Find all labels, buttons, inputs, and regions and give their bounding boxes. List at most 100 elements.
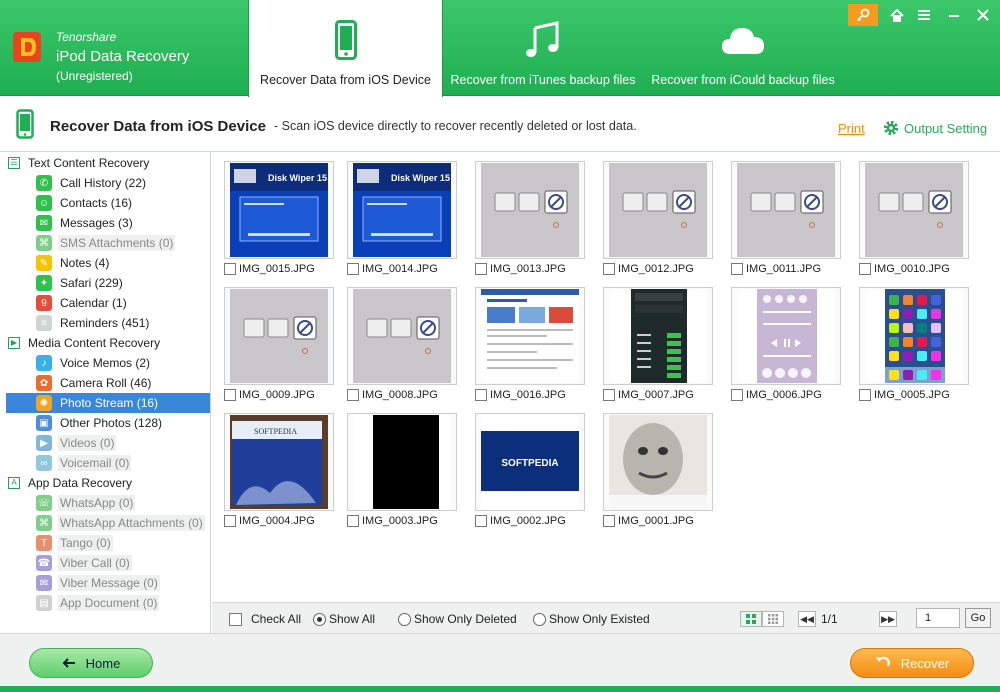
photo-checkbox[interactable] [475,389,487,401]
radio[interactable] [533,612,546,626]
show-deleted-radio[interactable]: Show Only Deleted [398,612,517,626]
page-number-input[interactable]: 1 [916,608,960,628]
photo-thumbnail[interactable] [475,287,585,385]
photo-thumbnail[interactable] [731,161,841,259]
photo-thumbnail[interactable] [603,287,713,385]
home-button[interactable]: Home [29,648,153,678]
photo-checkbox[interactable] [347,515,359,527]
tab-icloud-backup[interactable]: Recover from iCould backup files [643,0,843,96]
home-window-button[interactable] [886,4,908,26]
photo-checkbox[interactable] [224,515,236,527]
sidebar-item-call-history[interactable]: ✆ Call History (22) [0,173,148,193]
sidebar-item-calendar[interactable]: 9 Calendar (1) [0,293,129,313]
show-existed-radio[interactable]: Show Only Existed [533,612,650,626]
radio[interactable] [398,612,411,626]
photo-checkbox[interactable] [731,389,743,401]
photo-checkbox[interactable] [731,263,743,275]
sidebar-item-tango[interactable]: T Tango (0) [0,533,113,553]
list-view-button[interactable] [762,611,784,627]
photo-caption[interactable]: IMG_0001.JPG [603,514,694,528]
prev-page-button[interactable]: ◀◀ [798,611,816,627]
safari-icon: ✦ [36,275,52,291]
photo-checkbox[interactable] [859,263,871,275]
photo-thumbnail[interactable] [224,287,334,385]
photo-thumbnail[interactable]: SOFTPEDIA [224,413,334,511]
sidebar-item-photo-stream[interactable]: ✺ Photo Stream (16) [6,393,210,413]
photo-caption[interactable]: IMG_0011.JPG [731,262,821,276]
photo-thumbnail[interactable] [603,413,713,511]
tab-itunes-backup[interactable]: Recover from iTunes backup files [443,0,643,96]
photo-checkbox[interactable] [347,263,359,275]
sidebar-item-sms-attachments[interactable]: ⌘ SMS Attachments (0) [0,233,176,253]
category-text-content-recovery[interactable]: ☰ Text Content Recovery [0,153,149,173]
sidebar-item-safari[interactable]: ✦ Safari (229) [0,273,125,293]
photo-checkbox[interactable] [475,515,487,527]
sidebar-item-app-document[interactable]: ▤ App Document (0) [0,593,160,613]
sidebar-item-contacts[interactable]: ☺ Contacts (16) [0,193,134,213]
show-all-radio[interactable]: Show All [313,612,375,626]
photo-caption[interactable]: IMG_0012.JPG [603,262,694,276]
photo-thumbnail[interactable]: Disk Wiper 15 [224,161,334,259]
photo-checkbox[interactable] [347,389,359,401]
photo-caption[interactable]: IMG_0014.JPG [347,262,438,276]
sidebar-item-messages[interactable]: ✉ Messages (3) [0,213,135,233]
sidebar-item-camera-roll[interactable]: ✿ Camera Roll (46) [0,373,153,393]
category-media-content-recovery[interactable]: ▶ Media Content Recovery [0,333,160,353]
sidebar-item-label: WhatsApp (0) [58,495,136,511]
photo-caption[interactable]: IMG_0007.JPG [603,388,694,402]
go-button[interactable]: Go [965,608,991,628]
sidebar-item-other-photos[interactable]: ▣ Other Photos (128) [0,413,164,433]
sidebar-item-whatsapp-attachments[interactable]: ⌘ WhatsApp Attachments (0) [0,513,205,533]
photo-thumbnail[interactable] [347,287,457,385]
photo-checkbox[interactable] [224,263,236,275]
photo-thumbnail[interactable] [859,161,969,259]
sidebar-item-reminders[interactable]: ≡ Reminders (451) [0,313,151,333]
photo-thumbnail[interactable] [731,287,841,385]
tab-ios-device[interactable]: Recover Data from iOS Device [248,0,443,97]
photo-thumbnail[interactable]: SOFTPEDIA [475,413,585,511]
category-app-data-recovery[interactable]: A App Data Recovery [0,473,132,493]
sidebar-item-voice-memos[interactable]: ♪ Voice Memos (2) [0,353,152,373]
photo-caption[interactable]: IMG_0008.JPG [347,388,438,402]
photo-caption[interactable]: IMG_0009.JPG [224,388,315,402]
photo-caption[interactable]: IMG_0010.JPG [859,262,950,276]
sidebar-item-viber-message[interactable]: ✉ Viber Message (0) [0,573,160,593]
photo-caption[interactable]: IMG_0004.JPG [224,514,315,528]
photo-thumbnail[interactable] [347,413,457,511]
photo-checkbox[interactable] [475,263,487,275]
print-link[interactable]: Print [838,121,865,136]
photo-thumbnail[interactable] [475,161,585,259]
key-icon [856,8,870,22]
next-page-button[interactable]: ▶▶ [879,611,897,627]
photo-caption[interactable]: IMG_0002.JPG [475,514,566,528]
photo-checkbox[interactable] [603,515,615,527]
photo-caption[interactable]: IMG_0013.JPG [475,262,566,276]
photo-caption[interactable]: IMG_0005.JPG [859,388,950,402]
sidebar-item-whatsapp[interactable]: ☏ WhatsApp (0) [0,493,136,513]
photo-caption[interactable]: IMG_0006.JPG [731,388,822,402]
sidebar-item-voicemail[interactable]: ∞ Voicemail (0) [0,453,132,473]
check-all-checkbox[interactable]: Check All [229,612,301,626]
photo-thumbnail[interactable] [603,161,713,259]
register-key-button[interactable] [848,4,878,26]
sidebar-item-videos[interactable]: ▶ Videos (0) [0,433,117,453]
output-setting-button[interactable]: Output Setting [882,119,987,137]
photo-caption[interactable]: IMG_0015.JPG [224,262,315,276]
sidebar-item-notes[interactable]: ✎ Notes (4) [0,253,111,273]
photo-checkbox[interactable] [603,389,615,401]
photo-checkbox[interactable] [224,389,236,401]
grid-view-button[interactable] [740,611,762,627]
photo-checkbox[interactable] [859,389,871,401]
sidebar-item-viber-call[interactable]: ☎ Viber Call (0) [0,553,132,573]
checkbox[interactable] [229,612,242,626]
photo-caption[interactable]: IMG_0003.JPG [347,514,438,528]
photo-checkbox[interactable] [603,263,615,275]
close-button[interactable] [972,4,994,26]
recover-button[interactable]: Recover [850,648,974,678]
minimize-button[interactable] [943,4,965,26]
photo-caption[interactable]: IMG_0016.JPG [475,388,566,402]
radio-selected[interactable] [313,612,326,626]
photo-thumbnail[interactable] [859,287,969,385]
photo-thumbnail[interactable]: Disk Wiper 15 [347,161,457,259]
menu-window-button[interactable] [913,4,935,26]
